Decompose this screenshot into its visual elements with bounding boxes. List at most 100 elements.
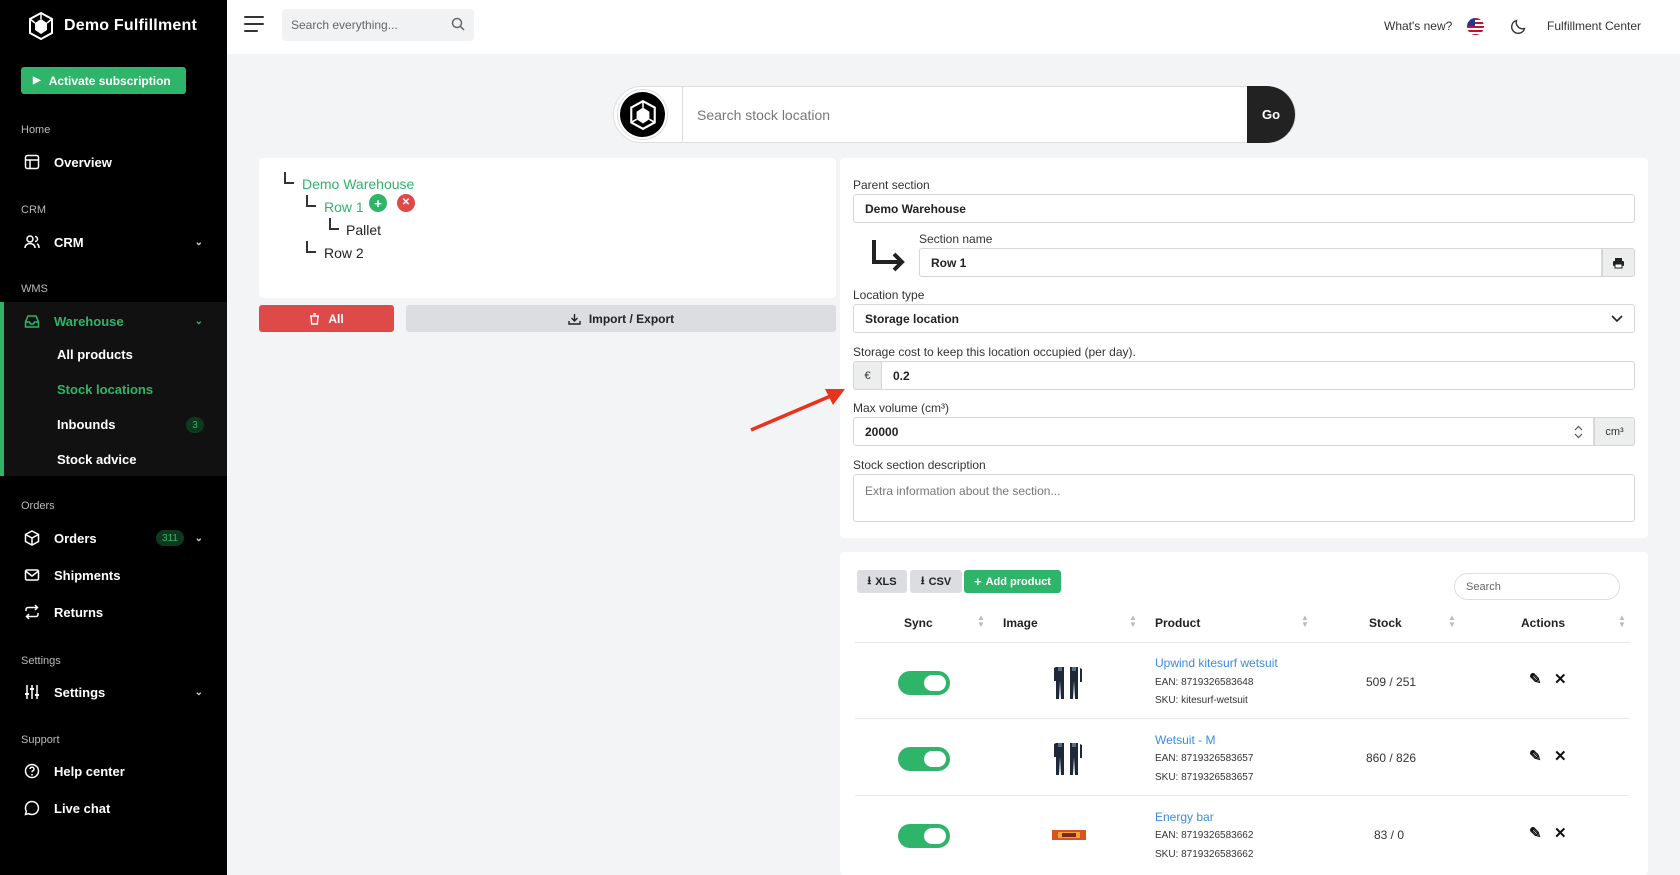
location-type-value: Storage location	[865, 311, 960, 326]
close-icon[interactable]: ✕	[1554, 670, 1567, 688]
tree-branch-icon	[306, 241, 316, 253]
help-circle-icon	[24, 763, 40, 779]
section-label-orders: Orders	[21, 500, 55, 512]
whats-new-link[interactable]: What's new?	[1384, 19, 1452, 33]
sync-toggle[interactable]	[898, 671, 950, 695]
sidebar-subitem-stock-advice[interactable]: Stock advice	[57, 452, 137, 467]
storage-cost-field[interactable]: 0.2	[881, 361, 1635, 390]
sort-icon[interactable]: ▲ ▼	[1129, 614, 1137, 629]
column-header-sync[interactable]: Sync	[904, 616, 933, 630]
stepper-icon[interactable]	[1574, 425, 1583, 439]
sync-toggle[interactable]	[898, 824, 950, 848]
sort-icon[interactable]: ▲ ▼	[1301, 614, 1309, 629]
sidebar-item-crm[interactable]: CRM ⌄	[0, 225, 227, 259]
sync-toggle[interactable]	[898, 747, 950, 771]
close-icon[interactable]: ✕	[1554, 747, 1567, 765]
tree-node-row-1[interactable]: Row 1	[324, 199, 364, 215]
delete-all-button[interactable]: All	[259, 305, 394, 332]
product-sku: SKU: 8719326583662	[1155, 849, 1254, 860]
global-search-input[interactable]: Search everything...	[282, 9, 474, 41]
close-icon[interactable]: ✕	[1554, 824, 1567, 842]
moon-icon[interactable]	[1510, 17, 1528, 35]
tree-branch-icon	[329, 218, 339, 230]
delete-node-icon[interactable]: ✕	[397, 194, 415, 212]
sidebar-item-live-chat[interactable]: Live chat	[0, 791, 227, 825]
layout-icon	[24, 154, 40, 170]
sort-icon[interactable]: ▲ ▼	[1618, 614, 1626, 629]
stock-location-search-input[interactable]: Search stock location	[697, 107, 830, 123]
import-export-button[interactable]: Import / Export	[406, 305, 836, 332]
product-name-link[interactable]: Energy bar	[1155, 810, 1214, 824]
brand-logo-icon	[629, 99, 656, 130]
play-icon: ▶	[33, 75, 41, 86]
orders-count-badge: 311	[156, 530, 184, 546]
tree-node-pallet[interactable]: Pallet	[346, 222, 381, 238]
section-label-wms: WMS	[21, 283, 48, 295]
table-search-input[interactable]: Search	[1454, 573, 1620, 600]
sort-icon[interactable]: ▲ ▼	[977, 614, 985, 629]
section-label-crm: CRM	[21, 204, 47, 216]
us-flag-icon[interactable]	[1467, 18, 1484, 35]
download-icon: ⭳	[867, 575, 872, 587]
users-icon	[24, 235, 40, 249]
printer-icon	[1613, 257, 1624, 268]
product-sku: SKU: 8719326583657	[1155, 772, 1254, 783]
chevron-down-icon	[1611, 315, 1623, 323]
sidebar-item-shipments[interactable]: Shipments	[0, 558, 227, 592]
sidebar-item-label: Overview	[54, 154, 112, 170]
sidebar-subitem-stock-locations[interactable]: Stock locations	[57, 382, 153, 397]
menu-toggle-icon[interactable]	[244, 16, 264, 34]
tree-node-row-2[interactable]: Row 2	[324, 245, 364, 261]
account-menu[interactable]: Fulfillment Center	[1547, 19, 1641, 33]
export-csv-button[interactable]: ⭳ CSV	[910, 570, 962, 593]
import-export-label: Import / Export	[588, 311, 675, 326]
stock-value: 860 / 826	[1366, 751, 1417, 765]
print-button[interactable]	[1602, 248, 1635, 277]
column-header-product[interactable]: Product	[1155, 616, 1200, 630]
max-volume-field[interactable]: 20000	[853, 417, 1594, 446]
parent-section-field[interactable]: Demo Warehouse	[853, 194, 1635, 223]
sidebar-subitem-inbounds[interactable]: Inbounds	[57, 417, 116, 432]
sidebar-item-overview[interactable]: Overview	[0, 145, 227, 179]
stock-value: 509 / 251	[1366, 675, 1417, 689]
search-icon[interactable]	[451, 17, 465, 31]
annotation-arrow-icon	[750, 389, 845, 432]
edit-icon[interactable]: ✎	[1529, 747, 1542, 765]
sidebar-subitem-all-products[interactable]: All products	[57, 347, 133, 362]
edit-icon[interactable]: ✎	[1529, 824, 1542, 842]
product-name-link[interactable]: Upwind kitesurf wetsuit	[1155, 656, 1278, 670]
activate-subscription-button[interactable]: ▶ Activate subscription	[21, 67, 186, 94]
tree-branch-icon	[306, 195, 316, 207]
add-product-label: Add product	[985, 575, 1051, 588]
inbox-icon	[24, 315, 40, 328]
product-ean: EAN: 8719326583657	[1155, 753, 1254, 764]
column-header-stock[interactable]: Stock	[1369, 616, 1402, 630]
product-name-link[interactable]: Wetsuit - M	[1155, 733, 1215, 747]
tree-branch-icon	[284, 172, 294, 184]
wetsuit-image	[1054, 743, 1082, 775]
add-product-button[interactable]: + Add product	[964, 570, 1061, 593]
tree-node-demo-warehouse[interactable]: Demo Warehouse	[302, 176, 414, 192]
activate-subscription-label: Activate subscription	[48, 73, 171, 88]
export-xls-button[interactable]: ⭳ XLS	[857, 570, 907, 593]
sidebar-item-label: Returns	[54, 604, 104, 620]
sidebar-item-settings[interactable]: Settings ⌄	[0, 675, 227, 709]
sidebar-item-warehouse[interactable]: Warehouse ⌄	[0, 304, 227, 338]
product-ean: EAN: 8719326583662	[1155, 830, 1254, 841]
sidebar-item-orders[interactable]: Orders ⌄	[0, 521, 227, 555]
add-child-icon[interactable]: +	[369, 194, 387, 212]
edit-icon[interactable]: ✎	[1529, 670, 1542, 688]
location-type-select[interactable]: Storage location	[853, 304, 1635, 333]
export-csv-label: CSV	[928, 575, 952, 588]
column-header-image[interactable]: Image	[1003, 616, 1038, 630]
download-icon: ⭳	[920, 575, 925, 587]
sidebar-item-returns[interactable]: Returns	[0, 595, 227, 629]
description-textarea[interactable]: Extra information about the section...	[853, 474, 1635, 522]
global-search-placeholder: Search everything...	[291, 18, 398, 32]
column-header-actions[interactable]: Actions	[1521, 616, 1565, 630]
brand[interactable]: Demo Fulfillment	[0, 0, 227, 52]
sidebar-item-help-center[interactable]: Help center	[0, 754, 227, 788]
sort-icon[interactable]: ▲ ▼	[1448, 614, 1456, 629]
sidebar-item-label: Orders	[54, 530, 97, 546]
section-name-field[interactable]: Row 1	[919, 248, 1602, 277]
